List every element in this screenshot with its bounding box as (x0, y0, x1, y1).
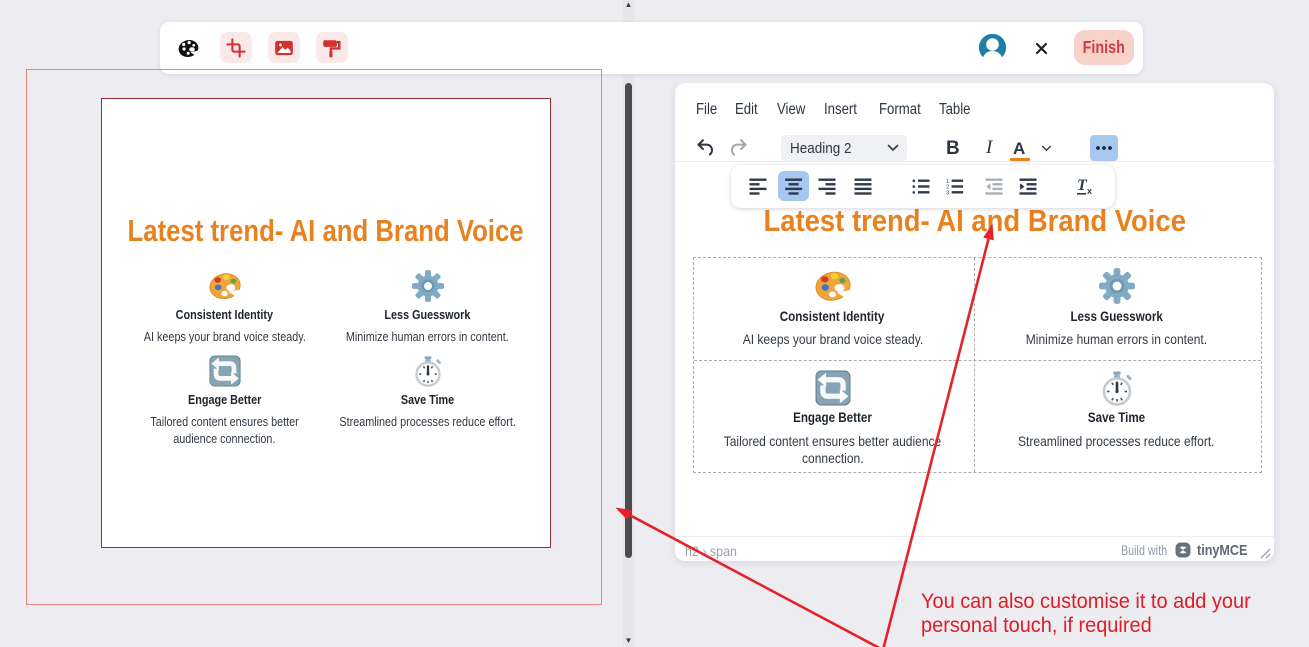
svg-text:x: x (1087, 186, 1092, 196)
svg-text:3: 3 (946, 190, 949, 196)
